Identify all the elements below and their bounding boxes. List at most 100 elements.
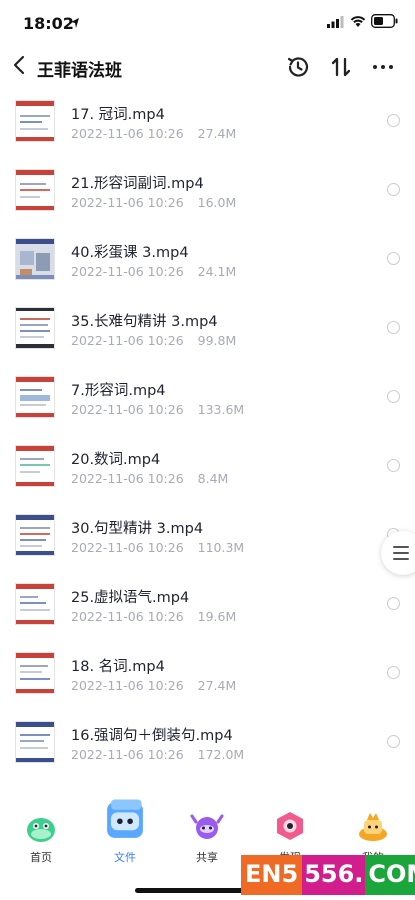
file-mascot-icon: [107, 799, 143, 838]
file-size: 27.4M: [197, 126, 237, 141]
file-meta: 2022-11-06 10:26 8.4M: [71, 471, 228, 486]
file-row[interactable]: 30.句型精讲 3.mp4 2022-11-06 10:26 110.3M: [0, 500, 415, 569]
file-meta: 2022-11-06 10:26 16.0M: [71, 195, 236, 210]
discover-mascot-icon: [277, 812, 303, 840]
nav-item-profile[interactable]: 我的: [343, 790, 403, 865]
watermark-part: COM: [365, 855, 415, 895]
file-name: 40.彩蛋课 3.mp4: [71, 245, 189, 261]
home-mascot-icon: [27, 818, 55, 842]
cellular-signal-icon: [327, 16, 344, 28]
file-size: 19.6M: [197, 609, 237, 624]
video-thumbnail: [15, 100, 55, 142]
file-date: 2022-11-06 10:26: [71, 678, 184, 693]
file-size: 16.0M: [197, 195, 237, 210]
watermark-part: 556.: [302, 855, 366, 895]
select-radio[interactable]: [387, 390, 400, 403]
file-date: 2022-11-06 10:26: [71, 195, 184, 210]
file-row[interactable]: 40.彩蛋课 3.mp4 2022-11-06 10:26 24.1M: [0, 224, 415, 293]
file-name: 25.虚拟语气.mp4: [71, 590, 190, 606]
file-date: 2022-11-06 10:26: [71, 126, 184, 141]
file-date: 2022-11-06 10:26: [71, 402, 184, 417]
file-row[interactable]: 20.数词.mp4 2022-11-06 10:26 8.4M: [0, 431, 415, 500]
file-name: 21.形容词副词.mp4: [71, 176, 204, 192]
nav-item-home[interactable]: 首页: [11, 790, 71, 865]
wifi-icon: [350, 16, 366, 27]
file-row[interactable]: 16.强调句＋倒装句.mp4 2022-11-06 10:26 172.0M: [0, 707, 415, 776]
file-size: 24.1M: [197, 264, 237, 279]
file-meta: 2022-11-06 10:26 19.6M: [71, 609, 236, 624]
video-thumbnail: [15, 583, 55, 625]
battery-icon: [371, 14, 398, 28]
status-time: 18:02: [23, 14, 74, 33]
file-date: 2022-11-06 10:26: [71, 609, 184, 624]
file-meta: 2022-11-06 10:26 27.4M: [71, 678, 236, 693]
video-thumbnail: [15, 652, 55, 694]
nav-label: 共享: [196, 851, 218, 864]
status-bar: 18:02: [0, 0, 415, 48]
video-thumbnail: [15, 307, 55, 349]
video-thumbnail: [15, 169, 55, 211]
file-date: 2022-11-06 10:26: [71, 747, 184, 762]
select-radio[interactable]: [387, 114, 400, 127]
nav-label: 文件: [114, 851, 136, 864]
video-thumbnail: [15, 445, 55, 487]
select-radio[interactable]: [387, 597, 400, 610]
file-size: 27.4M: [197, 678, 237, 693]
file-row[interactable]: 35.长难句精讲 3.mp4 2022-11-06 10:26 99.8M: [0, 293, 415, 362]
file-name: 20.数词.mp4: [71, 452, 161, 468]
share-mascot-icon: [190, 814, 224, 839]
select-radio[interactable]: [387, 459, 400, 472]
file-meta: 2022-11-06 10:26 27.4M: [71, 126, 236, 141]
select-radio[interactable]: [387, 183, 400, 196]
file-meta: 2022-11-06 10:26 24.1M: [71, 264, 236, 279]
file-name: 7.形容词.mp4: [71, 383, 166, 399]
file-list: 17. 冠词.mp4 2022-11-06 10:26 27.4M 21.形容词副…: [0, 86, 415, 786]
file-name: 18. 名词.mp4: [71, 659, 165, 675]
file-meta: 2022-11-06 10:26 133.6M: [71, 402, 244, 417]
file-date: 2022-11-06 10:26: [71, 333, 184, 348]
nav-item-share[interactable]: 共享: [177, 790, 237, 865]
file-date: 2022-11-06 10:26: [71, 540, 184, 555]
file-name: 16.强调句＋倒装句.mp4: [71, 728, 233, 744]
page-title: 王菲语法班: [37, 61, 122, 81]
select-radio[interactable]: [387, 321, 400, 334]
file-size: 133.6M: [197, 402, 245, 417]
file-meta: 2022-11-06 10:26 172.0M: [71, 747, 244, 762]
file-name: 17. 冠词.mp4: [71, 107, 165, 123]
more-options-icon[interactable]: [370, 54, 396, 80]
video-thumbnail: [15, 376, 55, 418]
nav-item-discover[interactable]: 发现: [260, 790, 320, 865]
menu-lines-icon: [393, 546, 409, 560]
top-header: 王菲语法班: [0, 48, 415, 86]
video-thumbnail: [15, 721, 55, 763]
video-thumbnail: [15, 514, 55, 556]
nav-item-files[interactable]: 文件: [95, 790, 155, 865]
file-meta: 2022-11-06 10:26 110.3M: [71, 540, 244, 555]
file-date: 2022-11-06 10:26: [71, 471, 184, 486]
video-thumbnail: [15, 238, 55, 280]
file-meta: 2022-11-06 10:26 99.8M: [71, 333, 236, 348]
history-icon[interactable]: [285, 54, 311, 80]
select-radio[interactable]: [387, 735, 400, 748]
file-row[interactable]: 25.虚拟语气.mp4 2022-11-06 10:26 19.6M: [0, 569, 415, 638]
file-row[interactable]: 21.形容词副词.mp4 2022-11-06 10:26 16.0M: [0, 155, 415, 224]
file-size: 110.3M: [197, 540, 245, 555]
sort-icon[interactable]: [328, 54, 354, 80]
file-date: 2022-11-06 10:26: [71, 264, 184, 279]
file-name: 35.长难句精讲 3.mp4: [71, 314, 218, 330]
file-row[interactable]: 17. 冠词.mp4 2022-11-06 10:26 27.4M: [0, 86, 415, 155]
select-radio[interactable]: [387, 252, 400, 265]
file-row[interactable]: 7.形容词.mp4 2022-11-06 10:26 133.6M: [0, 362, 415, 431]
back-arrow-icon[interactable]: [12, 54, 28, 76]
nav-label: 首页: [30, 851, 52, 864]
watermark-logo: EN5 556. COM: [241, 855, 415, 895]
watermark-part: EN5: [241, 855, 303, 895]
file-name: 30.句型精讲 3.mp4: [71, 521, 204, 537]
file-row[interactable]: 18. 名词.mp4 2022-11-06 10:26 27.4M: [0, 638, 415, 707]
file-size: 8.4M: [197, 471, 229, 486]
location-arrow-icon: [71, 18, 79, 28]
select-radio[interactable]: [387, 666, 400, 679]
file-size: 172.0M: [197, 747, 245, 762]
profile-mascot-icon: [359, 813, 387, 841]
file-size: 99.8M: [197, 333, 237, 348]
